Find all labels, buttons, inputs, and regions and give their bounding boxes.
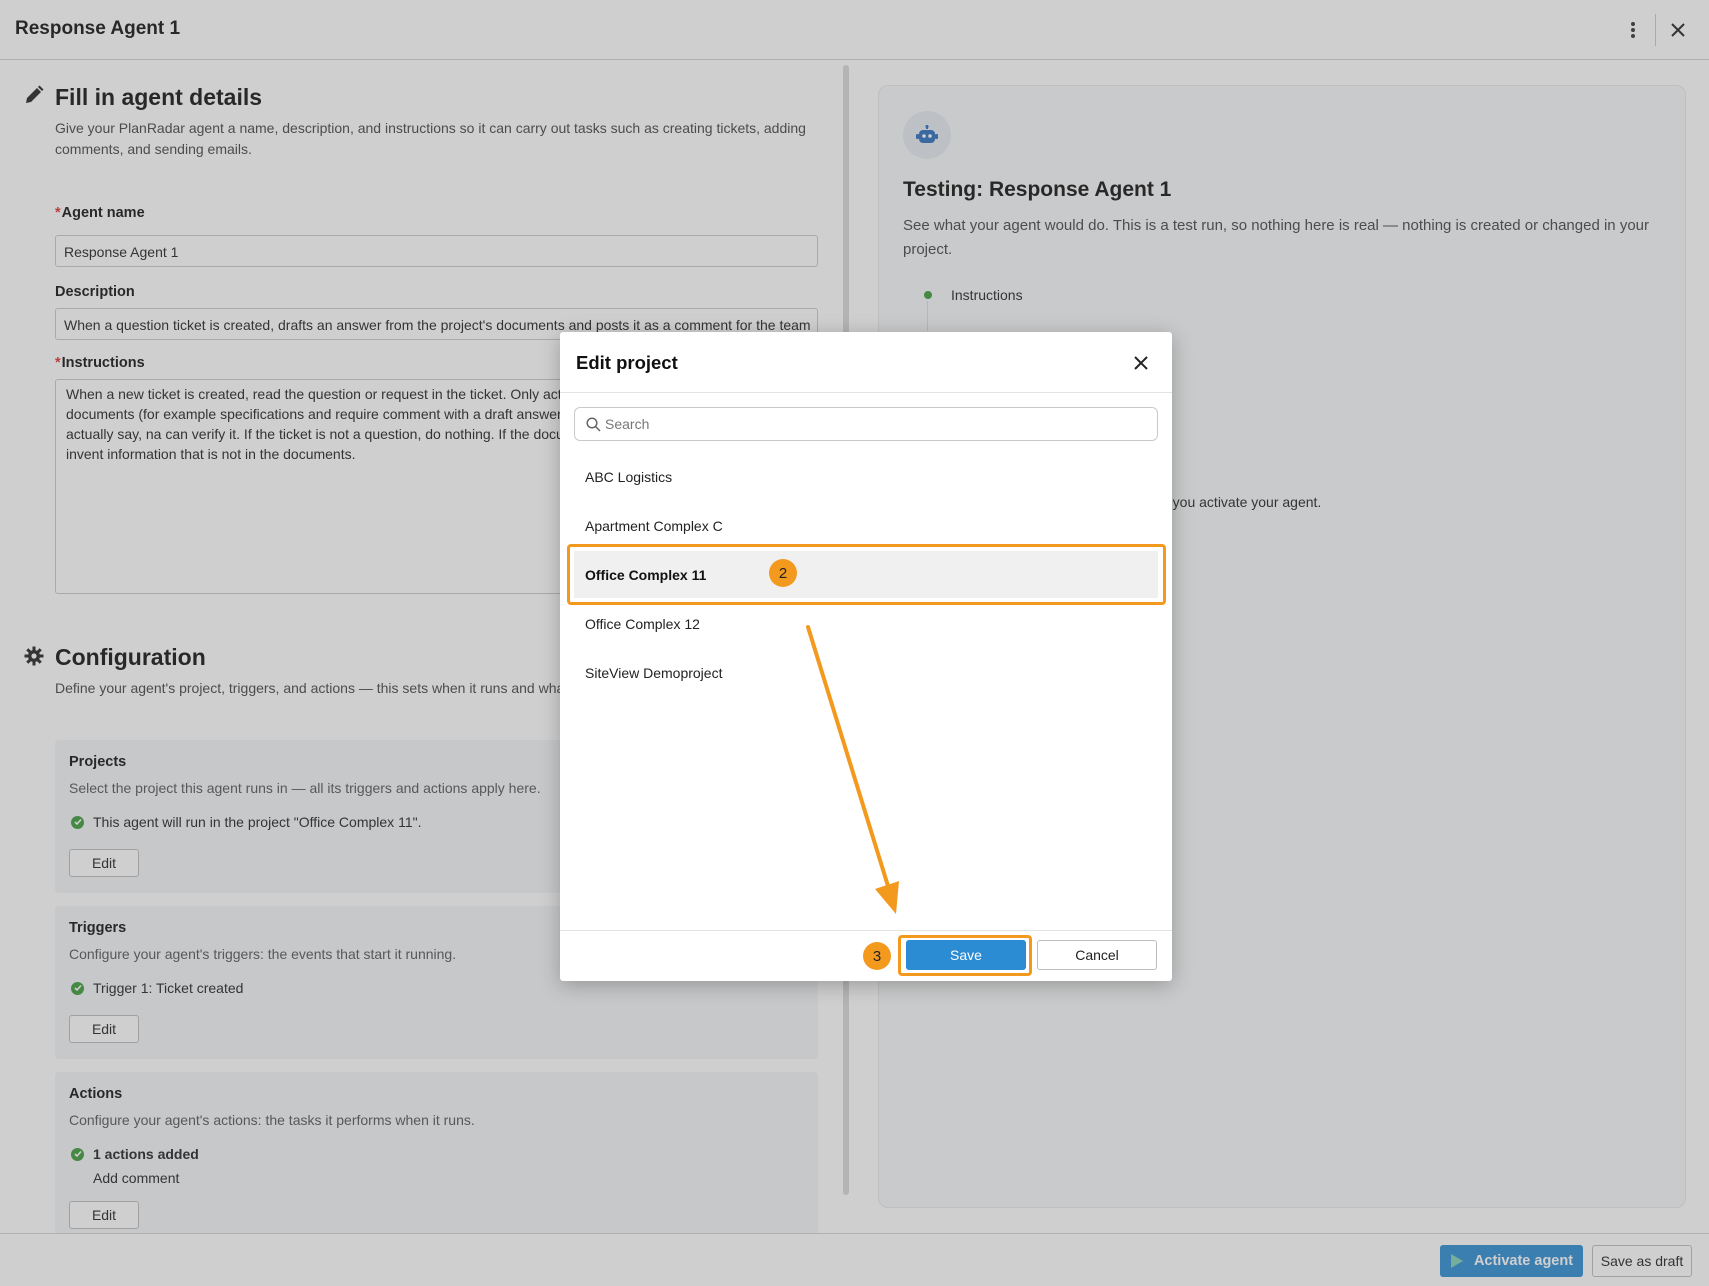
guide-arrow [806,625,899,914]
